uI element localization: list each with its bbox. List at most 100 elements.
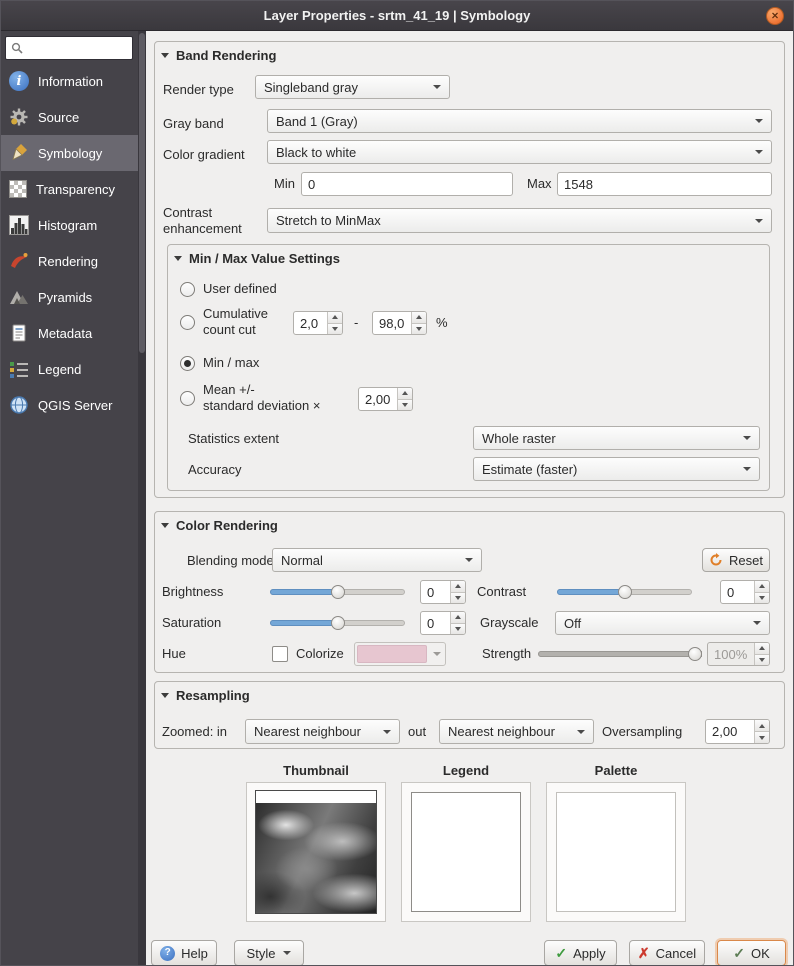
resampling-group: Resampling Zoomed: in Nearest neighbour … (154, 681, 785, 749)
color-swatch (357, 645, 427, 663)
mean-std-radio-row[interactable]: Mean +/- standard deviation × (180, 381, 320, 415)
statistics-extent-label: Statistics extent (188, 431, 279, 447)
sidebar-item-histogram[interactable]: Histogram (1, 207, 138, 243)
user-defined-radio[interactable] (180, 282, 195, 297)
strength-slider[interactable] (538, 642, 702, 666)
cumulative-count-cut-radio[interactable] (180, 315, 195, 330)
slider-handle[interactable] (331, 585, 345, 599)
cumulative-low-spinbox[interactable]: 2,0 (293, 311, 343, 335)
sidebar-item-label: Information (38, 74, 103, 89)
spinner-buttons[interactable] (754, 643, 769, 665)
sidebar-item-pyramids[interactable]: Pyramids (1, 279, 138, 315)
oversampling-spinbox[interactable]: 2,00 (705, 719, 770, 744)
zoomed-out-label: out (408, 724, 426, 740)
spinner-buttons[interactable] (450, 612, 465, 634)
spinner-buttons[interactable] (327, 312, 342, 334)
chevron-down-icon (753, 621, 761, 625)
collapse-arrow-icon (161, 53, 169, 58)
slider-handle[interactable] (618, 585, 632, 599)
sidebar-search[interactable] (5, 36, 133, 60)
render-type-label: Render type (163, 82, 234, 98)
style-label: Style (247, 946, 276, 961)
help-button[interactable]: Help (151, 940, 217, 966)
scrollbar-thumb[interactable] (139, 33, 145, 353)
zoomed-out-combo[interactable]: Nearest neighbour (439, 719, 594, 744)
cumulative-radio-row[interactable]: Cumulative count cut (180, 305, 268, 339)
close-icon: × (771, 10, 778, 22)
mean-std-radio[interactable] (180, 391, 195, 406)
mean-std-value: 2,00 (359, 388, 397, 410)
accuracy-combo[interactable]: Estimate (faster) (473, 457, 760, 481)
statistics-extent-combo[interactable]: Whole raster (473, 426, 760, 450)
sidebar-scrollbar[interactable] (138, 31, 146, 966)
spinner-buttons[interactable] (754, 581, 769, 603)
spinner-buttons[interactable] (411, 312, 426, 334)
strength-spinbox[interactable]: 100% (707, 642, 770, 666)
mean-std-spinbox[interactable]: 2,00 (358, 387, 413, 411)
min-max-radio[interactable] (180, 356, 195, 371)
spinner-buttons[interactable] (397, 388, 412, 410)
saturation-slider[interactable] (270, 611, 405, 635)
sidebar-item-source[interactable]: Source (1, 99, 138, 135)
transparency-icon (9, 180, 27, 198)
max-input[interactable]: 1548 (557, 172, 772, 196)
resampling-header[interactable]: Resampling (161, 688, 250, 703)
apply-check-icon (555, 946, 567, 961)
color-rendering-header[interactable]: Color Rendering (161, 518, 278, 533)
strength-label: Strength (482, 646, 531, 662)
sidebar-item-symbology[interactable]: Symbology (1, 135, 138, 171)
colorize-checkbox-row[interactable]: Colorize (272, 646, 344, 662)
user-defined-radio-row[interactable]: User defined (180, 281, 277, 297)
minmax-settings-header[interactable]: Min / Max Value Settings (174, 251, 340, 266)
statistics-extent-value: Whole raster (482, 431, 737, 446)
sidebar-item-transparency[interactable]: Transparency (1, 171, 138, 207)
band-rendering-header[interactable]: Band Rendering (161, 48, 276, 63)
color-gradient-value: Black to white (276, 145, 749, 160)
sidebar-item-rendering[interactable]: Rendering (1, 243, 138, 279)
search-input[interactable] (27, 41, 125, 55)
zoomed-in-combo[interactable]: Nearest neighbour (245, 719, 400, 744)
slider-handle[interactable] (331, 616, 345, 630)
brightness-spinbox[interactable]: 0 (420, 580, 466, 604)
sidebar-item-information[interactable]: Information (1, 63, 138, 99)
spinner-buttons[interactable] (754, 720, 769, 743)
contrast-slider[interactable] (557, 580, 692, 604)
chevron-down-icon (433, 85, 441, 89)
cancel-button[interactable]: Cancel (629, 940, 705, 966)
contrast-spinbox[interactable]: 0 (720, 580, 770, 604)
brightness-slider[interactable] (270, 580, 405, 604)
slider-fill (270, 589, 338, 595)
spin-up-icon (332, 315, 338, 319)
min-input[interactable]: 0 (301, 172, 513, 196)
reset-icon (709, 553, 723, 567)
mean-std-label-line2: standard deviation × (203, 398, 320, 414)
blending-mode-combo[interactable]: Normal (272, 548, 482, 572)
colorize-color-button[interactable] (354, 642, 446, 666)
ok-button[interactable]: OK (717, 940, 786, 966)
sidebar-item-metadata[interactable]: Metadata (1, 315, 138, 351)
sidebar-item-label: Symbology (38, 146, 102, 161)
reset-button[interactable]: Reset (702, 548, 770, 572)
gray-band-label: Gray band (163, 116, 224, 132)
colorize-checkbox[interactable] (272, 646, 288, 662)
slider-handle[interactable] (688, 647, 702, 661)
apply-button[interactable]: Apply (544, 940, 617, 966)
gray-band-combo[interactable]: Band 1 (Gray) (267, 109, 772, 133)
close-button[interactable]: × (766, 7, 784, 25)
style-button[interactable]: Style (234, 940, 304, 966)
zoomed-in-value: Nearest neighbour (254, 724, 377, 739)
spinner-buttons[interactable] (450, 581, 465, 603)
saturation-spinbox[interactable]: 0 (420, 611, 466, 635)
render-type-combo[interactable]: Singleband gray (255, 75, 450, 99)
cumulative-high-spinbox[interactable]: 98,0 (372, 311, 427, 335)
sidebar-item-qgis-server[interactable]: QGIS Server (1, 387, 138, 423)
minmax-radio-row[interactable]: Min / max (180, 355, 259, 371)
sidebar-item-legend[interactable]: Legend (1, 351, 138, 387)
contrast-enhancement-combo[interactable]: Stretch to MinMax (267, 208, 772, 233)
spin-up-icon (416, 315, 422, 319)
cumulative-high-value: 98,0 (373, 312, 411, 334)
grayscale-combo[interactable]: Off (555, 611, 770, 635)
color-gradient-combo[interactable]: Black to white (267, 140, 772, 164)
titlebar[interactable]: Layer Properties - srtm_41_19 | Symbolog… (1, 1, 793, 31)
brightness-value: 0 (421, 581, 450, 603)
